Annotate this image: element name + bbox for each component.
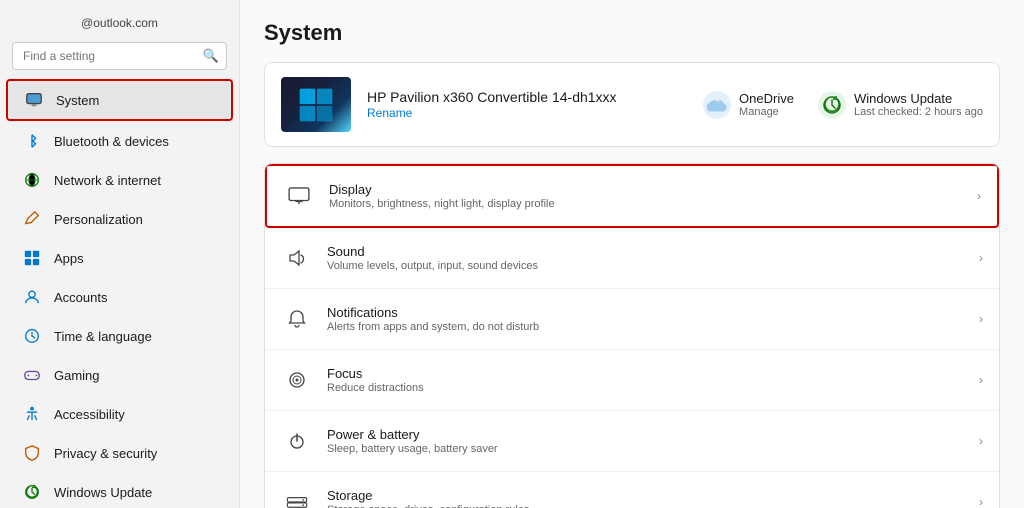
device-action-onedrive[interactable]: OneDrive Manage <box>703 91 794 119</box>
settings-text-storage: Storage Storage space, drives, configura… <box>327 488 979 508</box>
device-thumbnail <box>281 77 351 132</box>
device-card: HP Pavilion x360 Convertible 14-dh1xxx R… <box>264 62 1000 147</box>
action-text-onedrive: OneDrive Manage <box>739 91 794 118</box>
sidebar-item-bluetooth[interactable]: Bluetooth & devices <box>6 122 233 160</box>
chevron-icon-sound: › <box>979 251 983 265</box>
windows-update-icon <box>22 482 42 502</box>
settings-list: Display Monitors, brightness, night ligh… <box>264 163 1000 508</box>
sidebar-nav: System Bluetooth & devices Network & int… <box>0 78 239 508</box>
settings-text-notifications: Notifications Alerts from apps and syste… <box>327 305 979 333</box>
page-title: System <box>264 20 1000 46</box>
chevron-icon-power: › <box>979 434 983 448</box>
settings-subtitle-sound: Volume levels, output, input, sound devi… <box>327 260 979 272</box>
settings-title-sound: Sound <box>327 244 979 259</box>
settings-text-power: Power & battery Sleep, battery usage, ba… <box>327 427 979 455</box>
sidebar-label-privacy: Privacy & security <box>54 446 157 461</box>
sidebar-item-system[interactable]: System <box>6 79 233 121</box>
settings-title-storage: Storage <box>327 488 979 503</box>
settings-item-notifications[interactable]: Notifications Alerts from apps and syste… <box>265 289 999 350</box>
search-input[interactable] <box>12 42 227 70</box>
device-info: HP Pavilion x360 Convertible 14-dh1xxx R… <box>367 89 703 120</box>
settings-item-storage[interactable]: Storage Storage space, drives, configura… <box>265 472 999 508</box>
main-content: System HP Pavilion x360 Convertible 14-d… <box>240 0 1024 508</box>
chevron-icon-display: › <box>977 189 981 203</box>
settings-subtitle-notifications: Alerts from apps and system, do not dist… <box>327 321 979 333</box>
power-icon <box>281 425 313 457</box>
settings-title-focus: Focus <box>327 366 979 381</box>
network-icon <box>22 170 42 190</box>
sidebar-item-privacy[interactable]: Privacy & security <box>6 434 233 472</box>
sidebar-item-time[interactable]: Time & language <box>6 317 233 355</box>
time-icon <box>22 326 42 346</box>
sidebar-item-personalization[interactable]: Personalization <box>6 200 233 238</box>
bluetooth-icon <box>22 131 42 151</box>
rename-link[interactable]: Rename <box>367 106 412 120</box>
action-title-windows-update-action: Windows Update <box>854 91 983 106</box>
device-name: HP Pavilion x360 Convertible 14-dh1xxx <box>367 89 703 105</box>
settings-subtitle-storage: Storage space, drives, configuration rul… <box>327 504 979 508</box>
system-icon <box>24 90 44 110</box>
search-icon: 🔍 <box>203 48 219 64</box>
settings-title-display: Display <box>329 182 977 197</box>
settings-title-power: Power & battery <box>327 427 979 442</box>
chevron-icon-notifications: › <box>979 312 983 326</box>
settings-text-focus: Focus Reduce distractions <box>327 366 979 394</box>
sidebar-label-network: Network & internet <box>54 173 161 188</box>
display-icon <box>283 180 315 212</box>
sidebar-label-apps: Apps <box>54 251 84 266</box>
privacy-icon <box>22 443 42 463</box>
action-text-windows-update-action: Windows Update Last checked: 2 hours ago <box>854 91 983 118</box>
apps-icon <box>22 248 42 268</box>
chevron-icon-storage: › <box>979 495 983 508</box>
device-actions: OneDrive Manage Windows Update Last chec… <box>703 91 983 119</box>
personalization-icon <box>22 209 42 229</box>
onedrive-icon <box>703 91 731 119</box>
sidebar-item-gaming[interactable]: Gaming <box>6 356 233 394</box>
settings-subtitle-focus: Reduce distractions <box>327 382 979 394</box>
accounts-icon <box>22 287 42 307</box>
settings-text-display: Display Monitors, brightness, night ligh… <box>329 182 977 210</box>
settings-title-notifications: Notifications <box>327 305 979 320</box>
settings-subtitle-display: Monitors, brightness, night light, displ… <box>329 198 977 210</box>
sidebar-label-windows-update: Windows Update <box>54 485 152 500</box>
settings-text-sound: Sound Volume levels, output, input, soun… <box>327 244 979 272</box>
sidebar-label-personalization: Personalization <box>54 212 143 227</box>
winupdate-icon <box>818 91 846 119</box>
sidebar-item-network[interactable]: Network & internet <box>6 161 233 199</box>
sidebar-item-accessibility[interactable]: Accessibility <box>6 395 233 433</box>
notifications-icon <box>281 303 313 335</box>
sidebar-label-time: Time & language <box>54 329 152 344</box>
sidebar-label-system: System <box>56 93 99 108</box>
windows-logo-icon <box>298 87 334 123</box>
sidebar-label-accessibility: Accessibility <box>54 407 125 422</box>
sidebar-label-bluetooth: Bluetooth & devices <box>54 134 169 149</box>
device-action-windows-update-action[interactable]: Windows Update Last checked: 2 hours ago <box>818 91 983 119</box>
sidebar-label-gaming: Gaming <box>54 368 100 383</box>
chevron-icon-focus: › <box>979 373 983 387</box>
storage-icon <box>281 486 313 508</box>
action-subtitle-windows-update-action: Last checked: 2 hours ago <box>854 106 983 118</box>
sidebar-label-accounts: Accounts <box>54 290 107 305</box>
sidebar-item-windows-update[interactable]: Windows Update <box>6 473 233 508</box>
sound-icon <box>281 242 313 274</box>
action-subtitle-onedrive: Manage <box>739 106 794 118</box>
settings-item-display[interactable]: Display Monitors, brightness, night ligh… <box>265 164 999 228</box>
action-title-onedrive: OneDrive <box>739 91 794 106</box>
account-label: @outlook.com <box>0 8 239 42</box>
accessibility-icon <box>22 404 42 424</box>
gaming-icon <box>22 365 42 385</box>
settings-subtitle-power: Sleep, battery usage, battery saver <box>327 443 979 455</box>
sidebar-item-apps[interactable]: Apps <box>6 239 233 277</box>
settings-item-sound[interactable]: Sound Volume levels, output, input, soun… <box>265 228 999 289</box>
settings-item-power[interactable]: Power & battery Sleep, battery usage, ba… <box>265 411 999 472</box>
search-container: 🔍 <box>12 42 227 70</box>
settings-item-focus[interactable]: Focus Reduce distractions › <box>265 350 999 411</box>
sidebar-item-accounts[interactable]: Accounts <box>6 278 233 316</box>
sidebar: @outlook.com 🔍 System Bluetooth & device… <box>0 0 240 508</box>
focus-icon <box>281 364 313 396</box>
